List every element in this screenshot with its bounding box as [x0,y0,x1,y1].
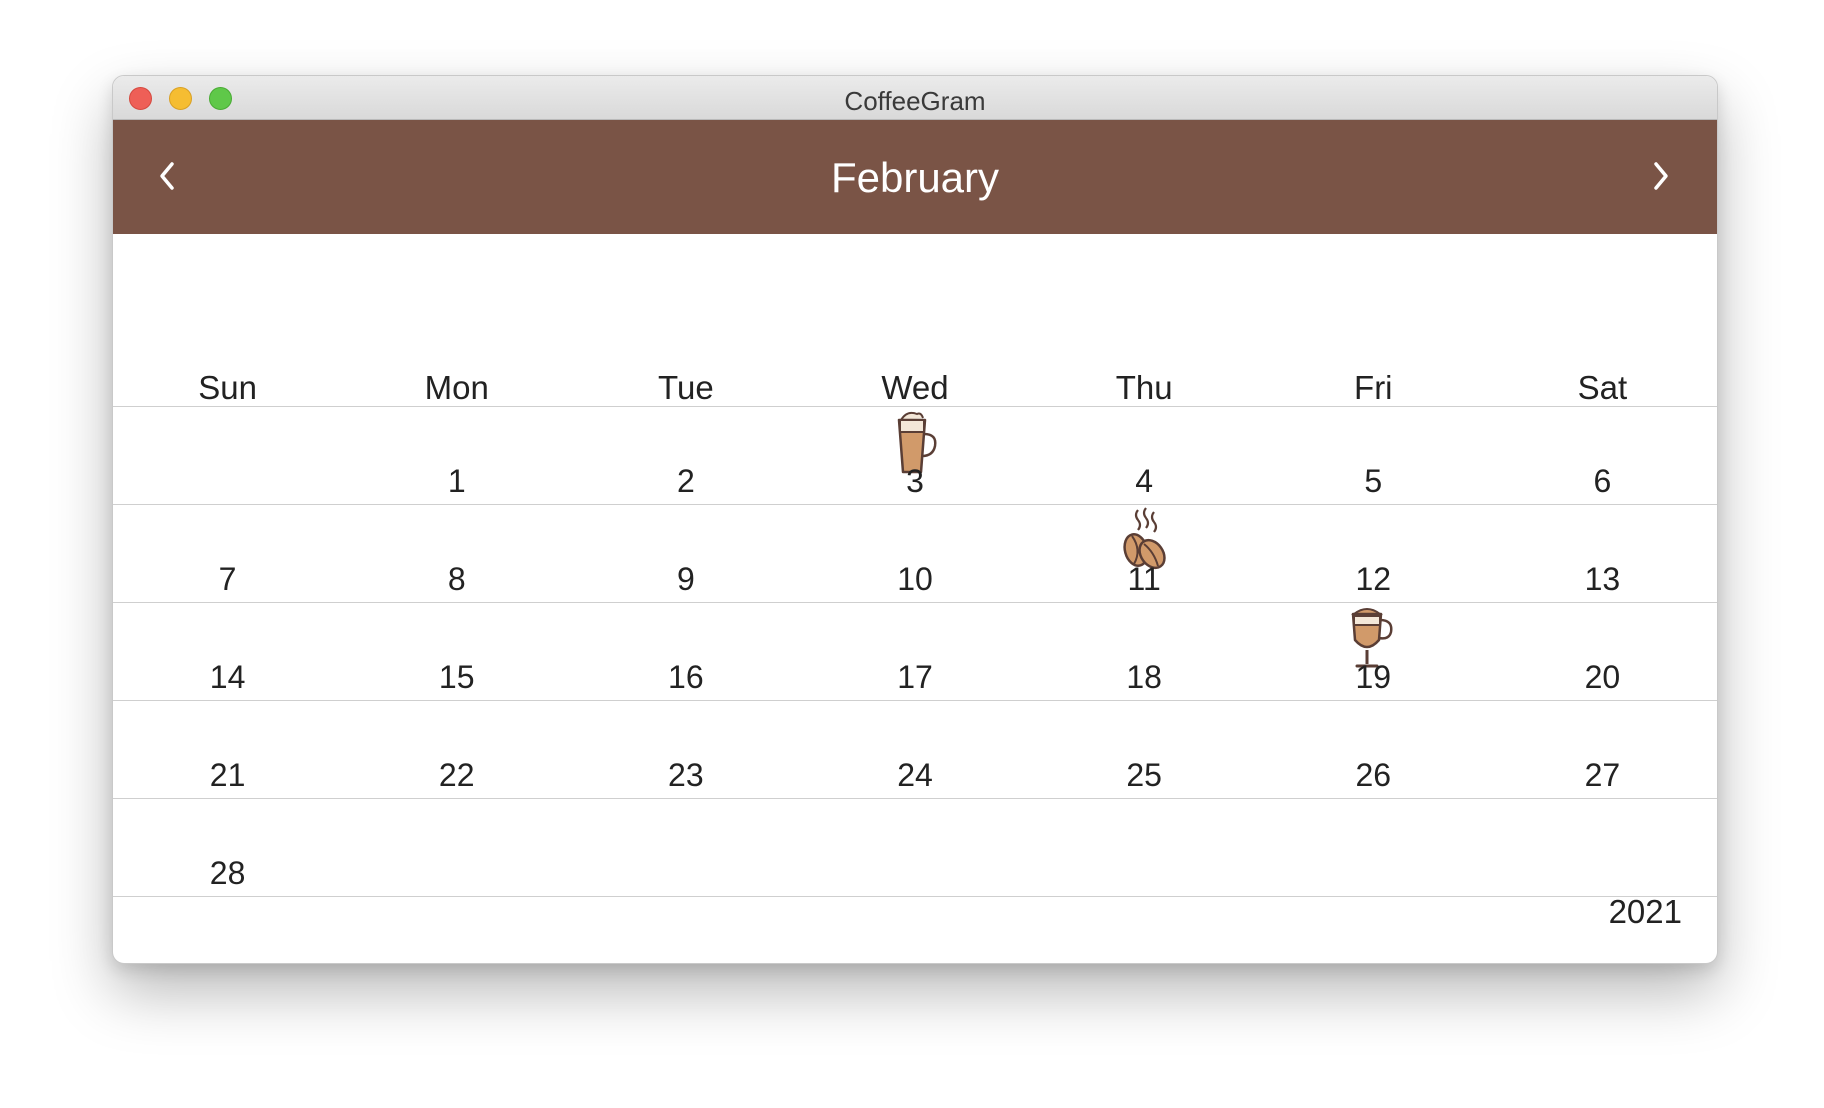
day-number: 5 [1364,463,1383,499]
weekday-label: Fri [1354,369,1393,406]
day-number: 27 [1584,757,1621,793]
day-number: 23 [668,757,704,793]
app-window: CoffeeGram February Sun Mon Tue Wed Thu [112,75,1718,964]
day-cell-12[interactable]: 12 [1259,504,1488,602]
year-label: 2021 [1608,893,1682,930]
day-number: 4 [1135,463,1154,499]
day-cell-15[interactable]: 15 [342,602,571,700]
day-cell-28[interactable]: 28 [113,798,342,896]
day-number: 1 [447,463,466,499]
day-cell-22[interactable]: 22 [342,700,571,798]
chevron-right-icon [1654,162,1668,190]
day-number: 28 [209,855,246,891]
day-number: 10 [897,561,933,597]
day-cell-9[interactable]: 9 [571,504,800,602]
day-number: 14 [209,659,246,695]
window-title: CoffeeGram [844,86,986,116]
weekday-label: Mon [424,369,489,406]
day-cell-17[interactable]: 17 [800,602,1029,700]
day-number: 24 [897,757,933,793]
day-number: 15 [438,659,475,695]
month-title: February [830,154,1000,201]
week-row: 7 8 9 10 11 12 13 [113,504,1717,602]
day-cell-13[interactable]: 13 [1488,504,1717,602]
day-cell-10[interactable]: 10 [800,504,1029,602]
day-cell-27[interactable]: 27 [1488,700,1717,798]
day-cell-11[interactable]: 11 [1030,504,1259,602]
day-cell-24[interactable]: 24 [800,700,1029,798]
empty-day-cell [800,798,1029,896]
day-cell-23[interactable]: 23 [571,700,800,798]
day-number: 17 [897,659,933,695]
day-cell-20[interactable]: 20 [1488,602,1717,700]
weekday-label: Sat [1577,369,1628,406]
weekday-label: Thu [1115,369,1173,406]
grid-divider [113,896,1717,897]
day-cell-14[interactable]: 14 [113,602,342,700]
day-cell-18[interactable]: 18 [1030,602,1259,700]
weekday-label: Sun [198,369,257,406]
day-number: 21 [209,757,246,793]
day-number: 8 [447,561,466,597]
day-number: 11 [1127,561,1161,597]
desktop: CoffeeGram February Sun Mon Tue Wed Thu [0,0,1824,1108]
day-cell-16[interactable]: 16 [571,602,800,700]
day-number: 26 [1355,757,1392,793]
day-number: 19 [1355,659,1392,695]
empty-day-cell [571,798,800,896]
day-number: 18 [1126,659,1162,695]
day-number: 2 [676,463,695,499]
day-cell-8[interactable]: 8 [342,504,571,602]
day-cell-6[interactable]: 6 [1488,406,1717,504]
empty-day-cell [1030,798,1259,896]
day-number: 20 [1584,659,1621,695]
day-number: 12 [1355,561,1392,597]
month-header: February [113,120,1717,234]
day-number: 6 [1593,463,1612,499]
weekday-label: Wed [881,369,949,406]
day-cell-25[interactable]: 25 [1030,700,1259,798]
empty-day-cell [1488,798,1717,896]
day-number: 22 [438,757,475,793]
weekday-header-row: Sun Mon Tue Wed Thu Fri Sat [113,234,1717,406]
day-number: 9 [676,561,695,597]
empty-day-cell [342,798,571,896]
day-cell-26[interactable]: 26 [1259,700,1488,798]
day-number: 13 [1584,561,1621,597]
day-number: 7 [218,561,237,597]
title-bar: CoffeeGram [113,76,1717,120]
day-cell-21[interactable]: 21 [113,700,342,798]
day-number: 3 [906,463,924,499]
day-cell-3[interactable]: 3 [800,406,1029,504]
empty-day-cell [113,406,342,504]
week-row: 1 2 3 4 5 6 [113,406,1717,504]
day-cell-2[interactable]: 2 [571,406,800,504]
weekday-label: Tue [658,369,714,406]
empty-day-cell [1259,798,1488,896]
day-cell-19[interactable]: 19 [1259,602,1488,700]
day-number: 25 [1126,757,1162,793]
day-cell-5[interactable]: 5 [1259,406,1488,504]
day-number: 16 [668,659,704,695]
day-cell-4[interactable]: 4 [1030,406,1259,504]
day-cell-7[interactable]: 7 [113,504,342,602]
week-row: 21 22 23 24 25 26 27 [113,700,1717,798]
day-cell-1[interactable]: 1 [342,406,571,504]
week-row: 14 15 16 17 18 19 20 [113,602,1717,700]
week-row: 28 [113,798,1717,896]
next-month-button[interactable] [1641,156,1681,196]
